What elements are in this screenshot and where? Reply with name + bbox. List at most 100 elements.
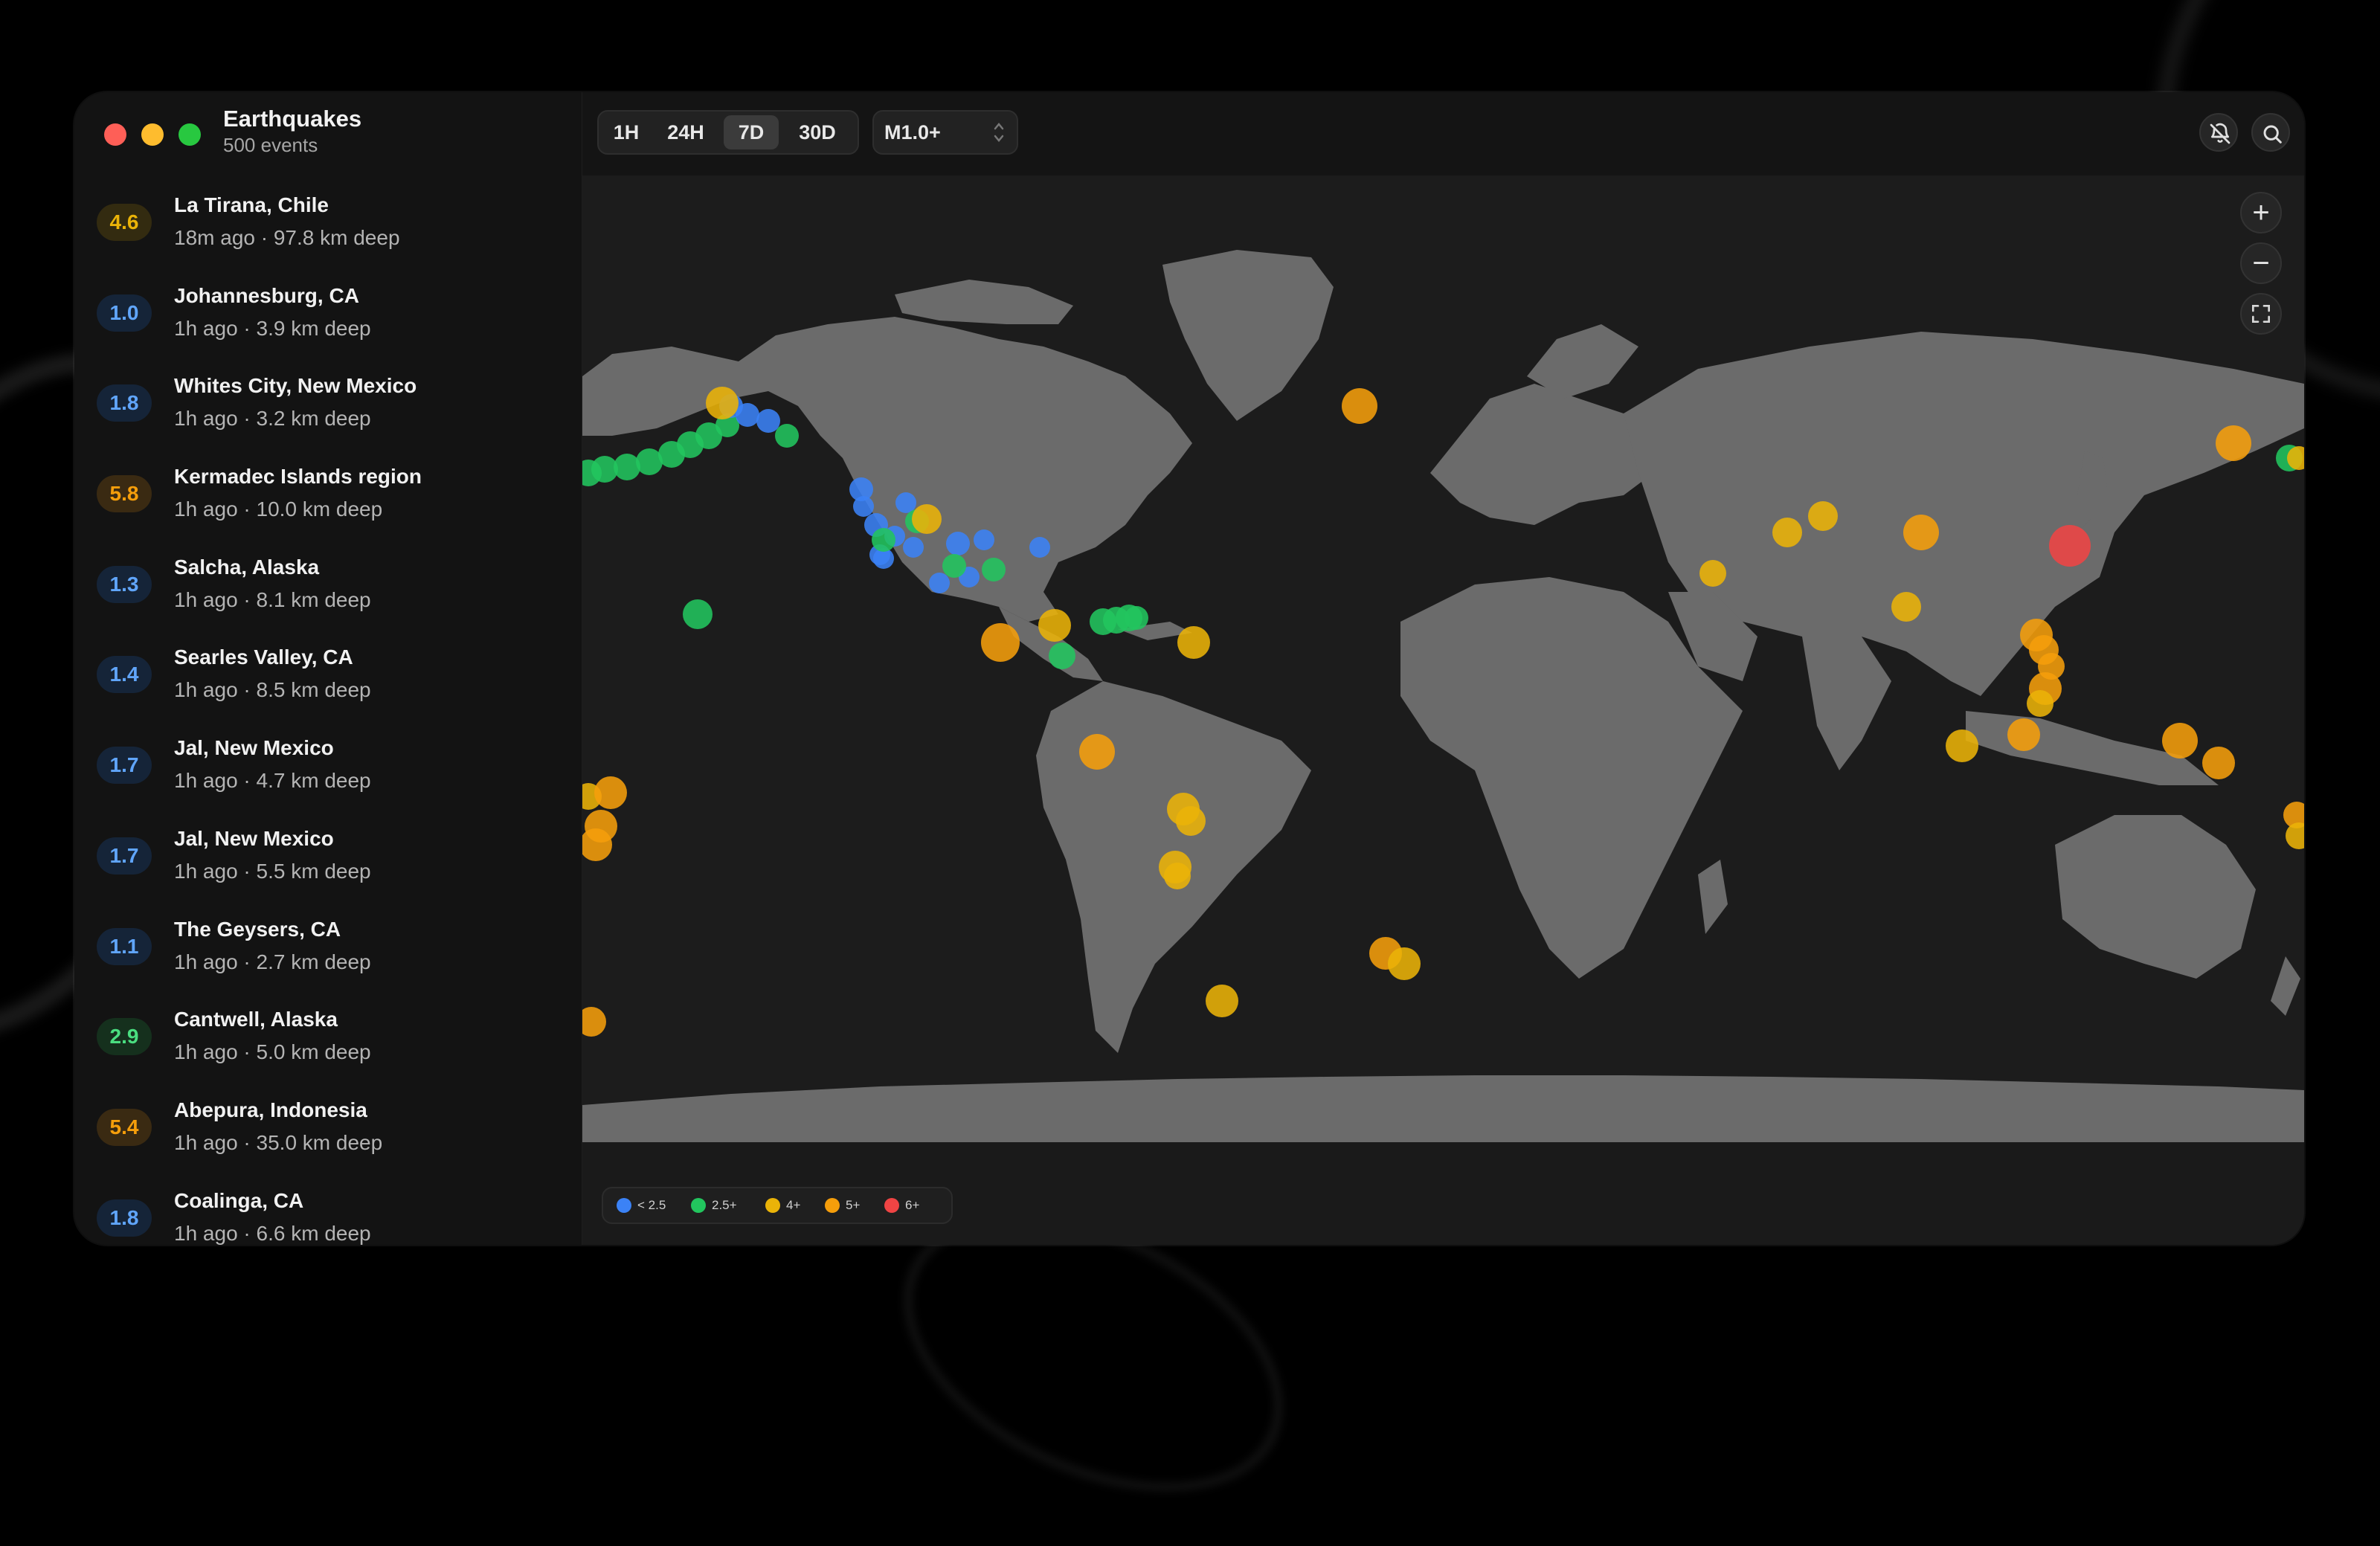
earthquake-marker[interactable] [853,496,874,517]
event-list-item[interactable]: 1.7 Jal, New Mexico 1h ago · 5.5 km deep [74,822,582,913]
event-place: Jal, New Mexico [174,826,334,850]
earthquake-marker[interactable] [2286,822,2304,849]
earthquake-marker[interactable] [683,599,713,629]
event-list-item[interactable]: 5.4 Abepura, Indonesia 1h ago · 35.0 km de… [74,1094,582,1185]
earthquake-marker[interactable] [942,554,966,578]
earthquake-marker[interactable] [1699,560,1726,587]
land-new-zealand [2271,956,2300,1016]
event-place: Cantwell, Alaska [174,1008,338,1031]
earthquake-marker[interactable] [2027,690,2053,717]
earthquake-marker[interactable] [982,558,1006,582]
land-antarctica [582,1075,2304,1142]
world-map[interactable] [582,175,2304,1142]
bell-off-icon[interactable] [2199,113,2238,152]
event-list-item[interactable]: 1.3 Salcha, Alaska 1h ago · 8.1 km deep [74,551,582,642]
earthquake-marker[interactable] [1164,863,1191,889]
earthquake-marker[interactable] [1079,734,1115,770]
earthquake-map[interactable]: + − [582,175,2304,1142]
earthquake-marker[interactable] [2216,425,2251,461]
event-list[interactable]: 4.6 La Tirana, Chile 18m ago · 97.8 km dee… [74,189,582,1245]
earthquake-marker[interactable] [929,573,950,593]
earthquake-marker[interactable] [594,776,627,809]
earthquake-marker[interactable] [775,424,799,448]
event-list-item[interactable]: 1.7 Jal, New Mexico 1h ago · 4.7 km deep [74,732,582,822]
land-arctic-islands [895,280,1073,324]
earthquake-marker[interactable] [903,537,924,558]
event-list-item[interactable]: 4.6 La Tirana, Chile 18m ago · 97.8 km dee… [74,189,582,280]
earthquake-marker[interactable] [2202,747,2235,779]
earthquake-marker[interactable] [1342,388,1377,424]
maximize-window-button[interactable] [178,123,201,146]
range-30d-button[interactable]: 30D [783,115,852,149]
event-list-item[interactable]: 5.8 Kermadec Islands region 1h ago · 10.0 … [74,460,582,551]
earthquake-marker[interactable] [895,492,916,513]
fullscreen-button[interactable] [2240,293,2282,335]
magnitude-badge: 2.9 [97,1018,152,1056]
earthquake-marker[interactable] [974,529,994,550]
event-meta: 1h ago · 8.1 km deep [174,587,371,611]
land-india [1802,637,1891,770]
event-list-item[interactable]: 1.8 Coalinga, CA 1h ago · 6.6 km deep [74,1185,582,1245]
earthquake-marker[interactable] [756,409,780,433]
earthquake-marker[interactable] [2162,723,2198,758]
earthquake-marker[interactable] [1388,947,1421,980]
earthquake-marker[interactable] [1808,501,1838,531]
zoom-in-button[interactable]: + [2240,192,2282,233]
search-icon[interactable] [2251,113,2290,152]
range-24h-button[interactable]: 24H [652,115,719,149]
event-list-item[interactable]: 1.1 The Geysers, CA 1h ago · 2.7 km deep [74,913,582,1004]
land-greenland [1162,250,1334,421]
earthquake-marker[interactable] [1049,642,1075,669]
earthquake-marker[interactable] [981,623,1020,662]
earthquake-marker[interactable] [2049,525,2091,567]
earthquake-marker[interactable] [614,454,640,480]
earthquake-marker[interactable] [872,528,895,552]
event-place: Coalinga, CA [174,1188,304,1212]
earthquake-marker[interactable] [1125,606,1148,630]
earthquake-marker[interactable] [1206,985,1238,1017]
magnitude-badge: 5.4 [97,1108,152,1146]
magnitude-badge: 1.0 [97,294,152,332]
earthquake-marker[interactable] [1038,609,1071,642]
time-range-selector: 1H 24H 7D 30D [597,110,859,155]
magnitude-badge: 4.6 [97,204,152,241]
range-7d-button[interactable]: 7D [724,115,779,149]
magnitude-legend: < 2.5 2.5+ 4+ 5+ 6+ [602,1187,953,1224]
earthquake-marker[interactable] [1946,729,1978,762]
app-window: Earthquakes 500 events 4.6 La Tirana, Chi… [74,92,2304,1245]
earthquake-marker[interactable] [1772,518,1802,547]
event-list-item[interactable]: 2.9 Cantwell, Alaska 1h ago · 5.0 km deep [74,1003,582,1094]
magnitude-filter-select[interactable]: M1.0+ [872,110,1018,155]
chevron-updown-icon [994,123,1004,142]
earthquake-marker[interactable] [946,532,970,555]
close-window-button[interactable] [104,123,126,146]
earthquake-marker[interactable] [582,1007,606,1037]
magnitude-badge: 1.3 [97,565,152,603]
event-list-item[interactable]: 1.8 Whites City, New Mexico 1h ago · 3.2 k… [74,370,582,460]
earthquake-marker[interactable] [706,387,739,419]
legend-label: 5+ [846,1198,861,1212]
event-place: Jal, New Mexico [174,736,334,760]
earthquake-marker[interactable] [2007,718,2040,751]
earthquake-marker[interactable] [1176,806,1206,836]
legend-label: < 2.5 [637,1198,666,1212]
magnitude-filter-value: M1.0+ [884,121,941,144]
event-list-item[interactable]: 1.0 Johannesburg, CA 1h ago · 3.9 km deep [74,280,582,370]
range-1h-button[interactable]: 1H [603,115,649,149]
earthquake-marker[interactable] [1029,537,1050,558]
earthquake-marker[interactable] [736,403,759,427]
legend-swatch [765,1198,780,1213]
event-place: La Tirana, Chile [174,193,329,216]
earthquake-marker[interactable] [1177,626,1210,659]
magnitude-badge: 1.1 [97,927,152,965]
magnitude-badge: 1.7 [97,747,152,785]
minimize-window-button[interactable] [141,123,164,146]
zoom-out-button[interactable]: − [2240,242,2282,284]
earthquake-marker[interactable] [912,504,942,534]
event-list-item[interactable]: 1.4 Searles Valley, CA 1h ago · 8.5 km dee… [74,641,582,732]
earthquake-marker[interactable] [1891,592,1921,622]
earthquake-marker[interactable] [1903,515,1939,550]
event-place: Salcha, Alaska [174,555,320,579]
legend-swatch [825,1198,840,1213]
event-place: Whites City, New Mexico [174,374,417,398]
